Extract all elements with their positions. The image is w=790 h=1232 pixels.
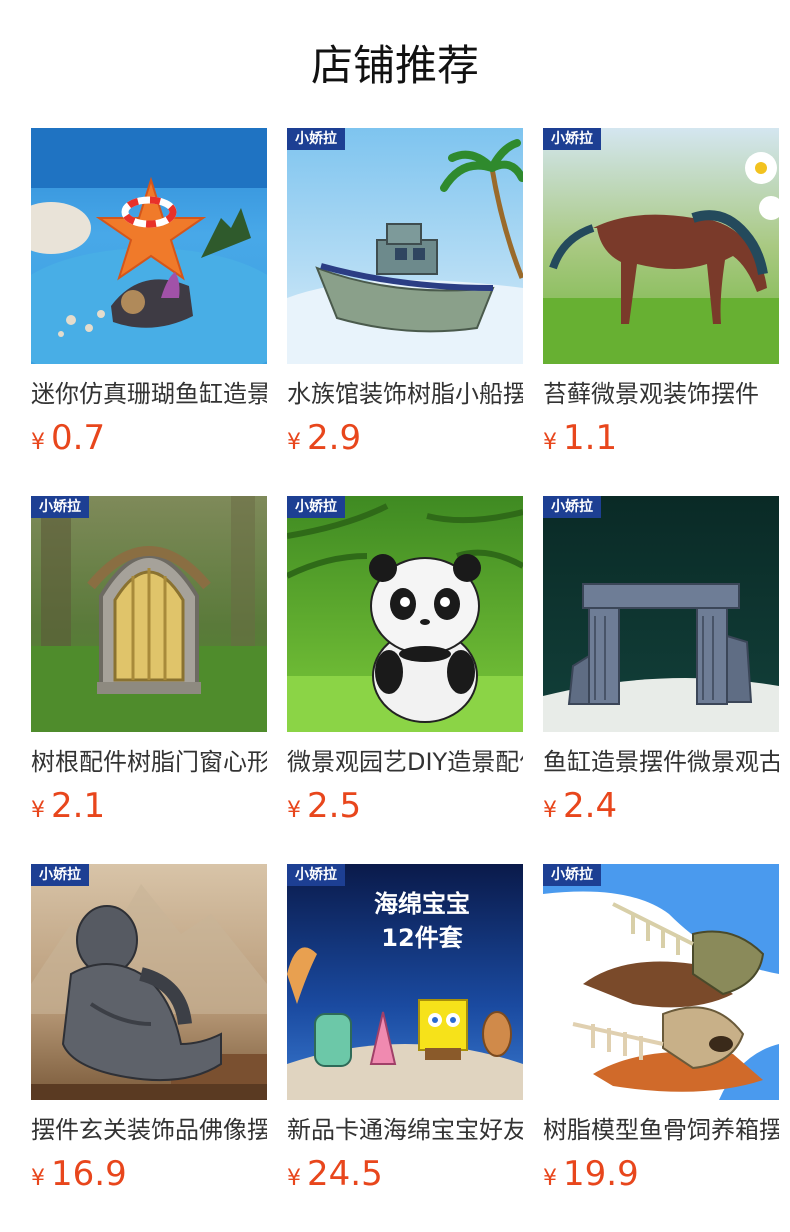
- price-value: 2.1: [51, 786, 106, 826]
- product-price: ¥0.7: [31, 418, 267, 464]
- page-title: 店铺推荐: [310, 41, 479, 90]
- product-image[interactable]: [31, 128, 267, 364]
- shop-badge: 小娇拉: [543, 864, 601, 886]
- product-name: 微景观园艺DIY造景配件: [287, 748, 523, 776]
- currency-symbol: ¥: [543, 798, 557, 823]
- product-image[interactable]: 小娇拉: [543, 864, 779, 1100]
- image-caption: 12件套: [381, 924, 463, 952]
- product-image[interactable]: 小娇拉: [543, 128, 779, 364]
- product-price: ¥2.4: [543, 786, 779, 832]
- currency-symbol: ¥: [543, 1166, 557, 1191]
- shop-badge: 小娇拉: [31, 496, 89, 518]
- product-card[interactable]: 小娇拉 树脂模型鱼骨饲养箱摆件 ¥19.9: [543, 864, 779, 1232]
- product-card[interactable]: 迷你仿真珊瑚鱼缸造景摆件 ¥0.7: [31, 128, 267, 496]
- product-card[interactable]: 小娇拉 摆件玄关装饰品佛像摆件 ¥16.9: [31, 864, 267, 1232]
- currency-symbol: ¥: [287, 1166, 301, 1191]
- price-value: 19.9: [563, 1154, 639, 1194]
- price-value: 1.1: [563, 418, 618, 458]
- currency-symbol: ¥: [31, 798, 45, 823]
- product-grid: 迷你仿真珊瑚鱼缸造景摆件 ¥0.7: [31, 128, 779, 1232]
- product-image[interactable]: 小娇拉: [287, 496, 523, 732]
- shop-badge: 小娇拉: [543, 496, 601, 518]
- product-image[interactable]: 小娇拉: [543, 496, 779, 732]
- price-value: 0.7: [51, 418, 106, 458]
- price-value: 24.5: [307, 1154, 383, 1194]
- product-price: ¥16.9: [31, 1154, 267, 1200]
- product-card[interactable]: 海绵宝宝 12件套 小娇拉 新品卡通海绵宝宝好友摆件 ¥24.5: [287, 864, 523, 1232]
- product-price: ¥2.5: [287, 786, 523, 832]
- product-price: ¥2.1: [31, 786, 267, 832]
- product-name: 树根配件树脂门窗心形装饰: [31, 748, 267, 776]
- price-value: 16.9: [51, 1154, 127, 1194]
- product-card[interactable]: 小娇拉 微景观园艺DIY造景配件 ¥2.5: [287, 496, 523, 864]
- currency-symbol: ¥: [287, 430, 301, 455]
- product-card[interactable]: 小娇拉 苔藓微景观装饰摆件 ¥1.1: [543, 128, 779, 496]
- shop-badge: 小娇拉: [287, 864, 345, 886]
- currency-symbol: ¥: [287, 798, 301, 823]
- product-price: ¥1.1: [543, 418, 779, 464]
- product-card[interactable]: 小娇拉 鱼缸造景摆件微景观古城 ¥2.4: [543, 496, 779, 864]
- product-name: 树脂模型鱼骨饲养箱摆件: [543, 1116, 779, 1144]
- product-price: ¥2.9: [287, 418, 523, 464]
- product-name: 新品卡通海绵宝宝好友摆件: [287, 1116, 523, 1144]
- product-price: ¥19.9: [543, 1154, 779, 1200]
- currency-symbol: ¥: [31, 430, 45, 455]
- shop-badge: 小娇拉: [287, 496, 345, 518]
- shop-badge: 小娇拉: [287, 128, 345, 150]
- shop-badge: 小娇拉: [543, 128, 601, 150]
- product-image[interactable]: 小娇拉: [287, 128, 523, 364]
- price-value: 2.4: [563, 786, 618, 826]
- product-image[interactable]: 海绵宝宝 12件套 小娇拉: [287, 864, 523, 1100]
- product-price: ¥24.5: [287, 1154, 523, 1200]
- product-image[interactable]: 小娇拉: [31, 864, 267, 1100]
- product-name: 苔藓微景观装饰摆件: [543, 380, 759, 408]
- price-value: 2.9: [307, 418, 362, 458]
- product-name: 摆件玄关装饰品佛像摆件: [31, 1116, 267, 1144]
- product-name: 水族馆装饰树脂小船摆件: [287, 380, 523, 408]
- price-value: 2.5: [307, 786, 362, 826]
- product-card[interactable]: 小娇拉 树根配件树脂门窗心形装饰 ¥2.1: [31, 496, 267, 864]
- shop-badge: 小娇拉: [31, 864, 89, 886]
- product-image[interactable]: 小娇拉: [31, 496, 267, 732]
- product-card[interactable]: 小娇拉 水族馆装饰树脂小船摆件 ¥2.9: [287, 128, 523, 496]
- image-caption: 海绵宝宝: [374, 890, 470, 918]
- currency-symbol: ¥: [543, 430, 557, 455]
- currency-symbol: ¥: [31, 1166, 45, 1191]
- product-name: 鱼缸造景摆件微景观古城: [543, 748, 779, 776]
- product-name: 迷你仿真珊瑚鱼缸造景摆件: [31, 380, 267, 408]
